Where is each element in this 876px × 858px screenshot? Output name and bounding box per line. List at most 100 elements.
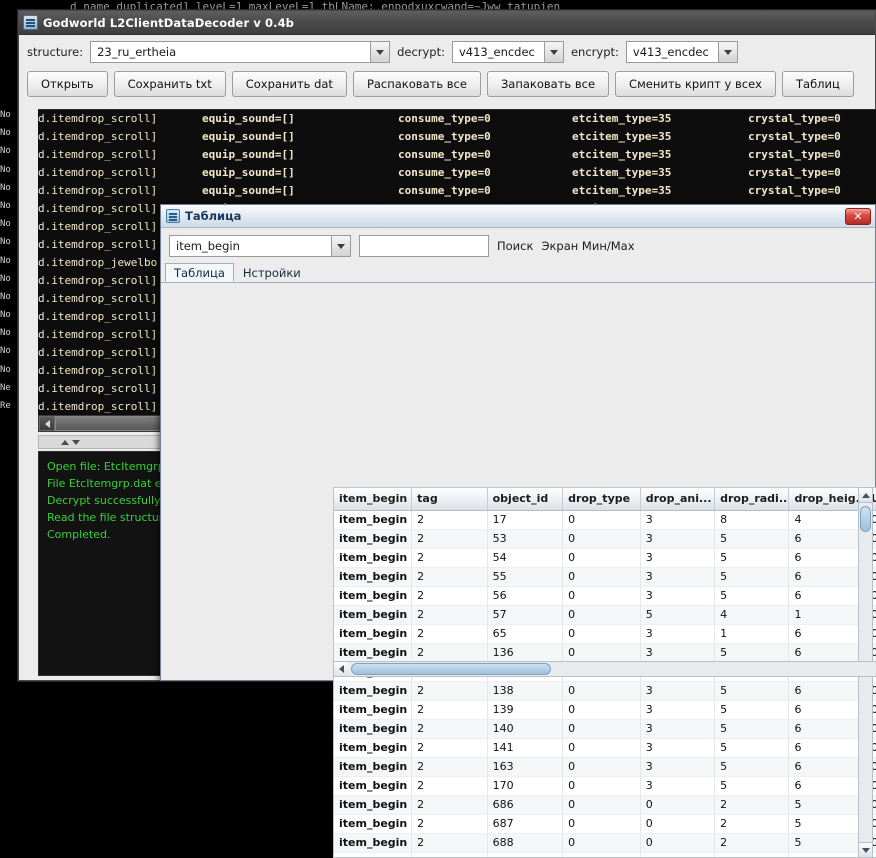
collapse-up-icon[interactable] [61, 440, 69, 445]
table-cell: 689 [487, 852, 562, 858]
table-row[interactable]: item_begin25303560{[dropite... [334, 529, 876, 548]
table-cell: 0 [563, 776, 641, 795]
data-cell-c2: equip_sound=[] [202, 164, 295, 182]
data-row: d.itemdrop_scroll]equip_sound=[]consume_… [38, 146, 876, 164]
table-cell: 6 [789, 681, 866, 700]
table-cell: 0 [563, 814, 641, 833]
table-row[interactable]: item_begin216303560{[dropite... [334, 757, 876, 776]
toolbar-button-5[interactable]: Сменить крипт у всех [615, 71, 776, 97]
table-hscrollbar[interactable] [333, 661, 876, 677]
table-cell: item_begin [334, 757, 412, 776]
table-cell: 0 [563, 586, 641, 605]
table-row[interactable]: item_begin268700250{[dropite... [334, 814, 876, 833]
tab-0[interactable]: Таблица [165, 263, 234, 282]
data-cell-c1: d.itemdrop_scroll] [38, 326, 157, 344]
main-title-bar: Godworld L2ClientDataDecoder v 0.4b [19, 11, 875, 35]
tab-1[interactable]: Hстройки [234, 263, 310, 282]
column-header-3[interactable]: drop_type [563, 488, 641, 510]
table-cell: 8 [715, 510, 789, 529]
minmax-label[interactable]: Экран Мин/Мах [541, 239, 634, 253]
table-row[interactable]: item_begin21703840{[dropite... [334, 510, 876, 529]
table-row[interactable]: item_begin214103560{[dropite... [334, 738, 876, 757]
table-row[interactable]: item_begin213603560{[dropite... [334, 643, 876, 662]
table-cell: 4 [715, 605, 789, 624]
column-header-1[interactable]: tag [412, 488, 487, 510]
table-row[interactable]: item_begin26503160{[dropite... [334, 624, 876, 643]
table-row[interactable]: item_begin25603560{[DropIte... [334, 586, 876, 605]
toolbar-button-0[interactable]: Открыть [27, 71, 108, 97]
table-cell: 53 [487, 529, 562, 548]
table-cell: 3 [640, 548, 714, 567]
table-cell: 17 [487, 510, 562, 529]
table-row[interactable]: item_begin268600250{[dropite... [334, 795, 876, 814]
hscroll-thumb[interactable] [55, 416, 175, 431]
chevron-down-icon[interactable] [544, 42, 563, 62]
table-field-combo[interactable]: item_begin [169, 235, 351, 257]
toolbar-button-1[interactable]: Сохранить txt [114, 71, 226, 97]
data-row: d.itemdrop_scroll]equip_sound=[]consume_… [38, 182, 876, 200]
vscroll-thumb[interactable] [860, 506, 871, 532]
table-row[interactable]: item_begin217003560{[dropite... [334, 776, 876, 795]
table-row[interactable]: item_begin25403560{[dropite... [334, 548, 876, 567]
column-header-2[interactable]: object_id [487, 488, 562, 510]
table-cell: 0 [563, 605, 641, 624]
table-cell: 5 [789, 814, 866, 833]
scroll-left-icon[interactable] [334, 662, 349, 676]
table-cell: item_begin [334, 795, 412, 814]
scroll-left-icon[interactable] [39, 416, 55, 431]
table-cell: item_begin [334, 605, 412, 624]
data-cell-c1: d.itemdrop_scroll] [38, 308, 157, 326]
table-cell: 3 [640, 586, 714, 605]
table-cell: 5 [715, 548, 789, 567]
table-row[interactable]: item_begin213903560{[dropite... [334, 700, 876, 719]
column-header-4[interactable]: drop_ani... [640, 488, 714, 510]
table-cell: 3 [640, 529, 714, 548]
column-header-0[interactable]: item_begin [334, 488, 412, 510]
table-row[interactable]: item_begin268900250{[dropite... [334, 852, 876, 858]
table-cell: item_begin [334, 833, 412, 852]
chevron-down-icon[interactable] [718, 42, 737, 62]
table-row[interactable]: item_begin25705410{[DropIte... [334, 605, 876, 624]
column-header-5[interactable]: drop_radi... [715, 488, 789, 510]
table-row[interactable]: item_begin214003560{[dropite... [334, 719, 876, 738]
chevron-down-icon[interactable] [331, 236, 350, 256]
table-row[interactable]: item_begin213803560{[dropite... [334, 681, 876, 700]
table-cell: 0 [563, 852, 641, 858]
table-hscroll-thumb[interactable] [351, 663, 551, 675]
data-cell-c3: consume_type=0 [398, 128, 491, 146]
structure-combo[interactable]: 23_ru_ertheia [90, 41, 390, 63]
toolbar-button-4[interactable]: Запаковать все [487, 71, 609, 97]
chevron-down-icon[interactable] [370, 42, 389, 62]
decrypt-combo[interactable]: v413_encdec [452, 41, 564, 63]
encrypt-combo[interactable]: v413_encdec [626, 41, 738, 63]
main-toolbar: structure: 23_ru_ertheia decrypt: v413_e… [19, 35, 875, 103]
toolbar-button-3[interactable]: Распаковать все [353, 71, 481, 97]
search-label[interactable]: Поиск [497, 239, 533, 253]
search-input[interactable] [359, 235, 489, 257]
table-cell: 3 [640, 757, 714, 776]
table-cell: 686 [487, 795, 562, 814]
collapse-down-icon[interactable] [72, 440, 80, 445]
data-cell-c2: equip_sound=[] [202, 182, 295, 200]
close-icon[interactable]: ✕ [845, 208, 871, 225]
table-cell: 0 [640, 833, 714, 852]
column-header-6[interactable]: drop_heig... [789, 488, 866, 510]
data-cell-c2: equip_sound=[] [202, 146, 295, 164]
table-row[interactable]: item_begin25503560{[dropite... [334, 567, 876, 586]
table-hscroll-track[interactable] [349, 662, 876, 676]
toolbar-button-2[interactable]: Сохранить dat [232, 71, 347, 97]
table-cell: 2 [412, 529, 487, 548]
data-row: d.itemdrop_scroll]equip_sound=[]consume_… [38, 164, 876, 182]
toolbar-button-6[interactable]: Таблиц [782, 71, 854, 97]
data-cell-c5: crystal_type=0 [748, 182, 841, 200]
scroll-down-icon[interactable] [859, 842, 872, 857]
table-cell: 6 [789, 738, 866, 757]
data-cell-c1: d.itemdrop_scroll] [38, 290, 157, 308]
table-cell: 139 [487, 700, 562, 719]
scroll-up-icon[interactable] [859, 488, 872, 503]
data-cell-c4: etcitem_type=35 [572, 164, 671, 182]
table-toolbar: item_begin Поиск Экран Мин/Мах [161, 228, 875, 263]
table-cell: 6 [789, 567, 866, 586]
table-cell: 56 [487, 586, 562, 605]
table-row[interactable]: item_begin268800250{[dropite... [334, 833, 876, 852]
